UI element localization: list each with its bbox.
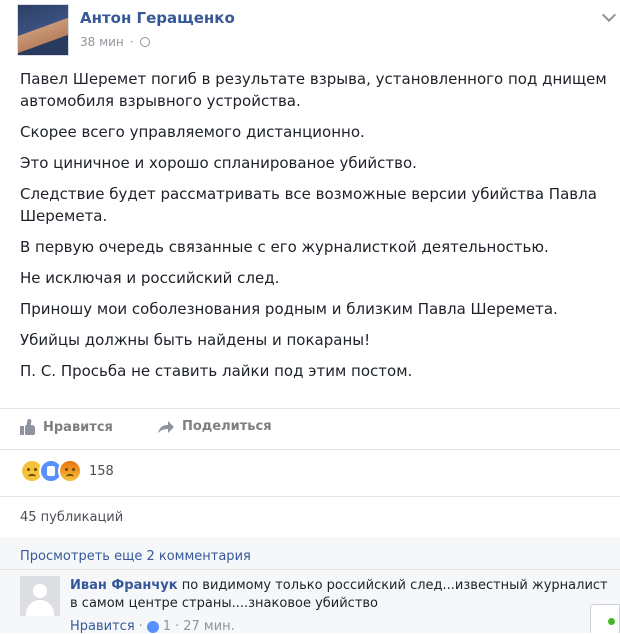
post-paragraph: Это циничное и хорошо спланированое убий…: [20, 154, 417, 172]
divider: [0, 496, 620, 497]
post-paragraph: Не исключая и российский след.: [20, 269, 280, 287]
like-reaction-icon: [146, 620, 159, 633]
like-label: Нравится: [43, 419, 113, 435]
comment-time[interactable]: 27 мин.: [183, 619, 235, 634]
divider: [0, 449, 620, 450]
author-avatar[interactable]: [17, 4, 69, 56]
post-paragraph: Приношу мои соболезнования родным и близ…: [20, 300, 558, 318]
comment: Иван Франчук по видимому только российск…: [70, 577, 610, 613]
separator: ·: [138, 619, 143, 634]
online-status-icon: [608, 618, 615, 625]
thumbs-up-icon: [20, 418, 36, 435]
separator: ·: [175, 619, 180, 634]
post-paragraph: Павел Шеремет погиб в результате взрыва,…: [20, 70, 607, 110]
share-label: Поделиться: [182, 419, 272, 434]
divider: [0, 569, 620, 570]
comment-like-button[interactable]: Нравится: [70, 619, 135, 634]
reactions-summary[interactable]: 158: [20, 459, 114, 483]
reaction-count: 158: [89, 463, 114, 479]
post-paragraph: Следствие будет рассматривать все возмож…: [20, 185, 597, 225]
divider: [0, 408, 620, 409]
post-paragraph: В первую очередь связанные с его журнали…: [20, 238, 549, 256]
chevron-down-icon[interactable]: [601, 7, 617, 23]
facebook-post: Антон Геращенко 38 мин · Павел Шеремет п…: [0, 0, 620, 634]
chat-tab[interactable]: [590, 604, 620, 633]
comment-avatar[interactable]: [20, 576, 60, 616]
share-button[interactable]: Поделиться: [157, 419, 272, 434]
post-meta: 38 мин ·: [80, 35, 150, 49]
like-button[interactable]: Нравится: [20, 418, 113, 435]
author-name[interactable]: Антон Геращенко: [80, 9, 235, 27]
meta-separator: ·: [129, 35, 134, 49]
comment-like-count: 1: [162, 619, 172, 634]
globe-icon: [139, 37, 150, 47]
post-time[interactable]: 38 мин: [80, 35, 124, 49]
post-paragraph: Скорее всего управляемого дистанционно.: [20, 123, 365, 141]
comment-actions: Нравится · 1 · 27 мин.: [70, 619, 235, 634]
post-paragraph: П. С. Просьба не ставить лайки под этим …: [20, 362, 413, 380]
view-more-comments-link[interactable]: Просмотреть еще 2 комментария: [20, 549, 251, 564]
comment-author[interactable]: Иван Франчук: [70, 578, 178, 593]
post-body: Павел Шеремет погиб в результате взрыва,…: [20, 68, 618, 391]
shares-link[interactable]: 45 публикаций: [20, 510, 123, 525]
post-paragraph: Убийцы должны быть найдены и покараны!: [20, 331, 371, 349]
share-arrow-icon: [158, 420, 174, 433]
angry-reaction-icon: [58, 459, 82, 483]
